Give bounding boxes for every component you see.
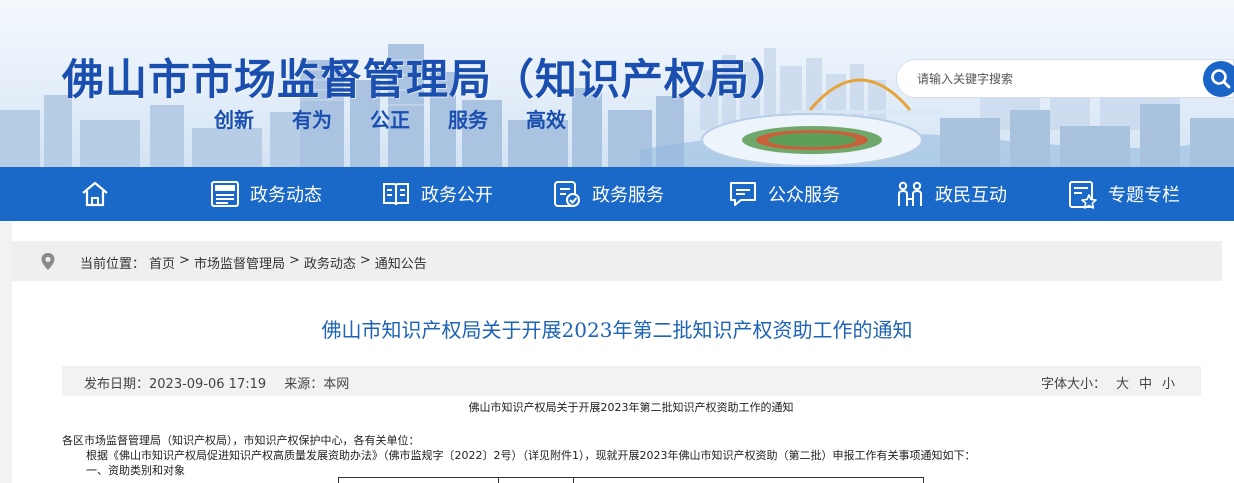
breadcrumb-separator: > xyxy=(288,253,300,268)
content-table xyxy=(338,477,924,483)
slogan-text: 创新 xyxy=(214,108,254,132)
font-size-medium-button[interactable]: 中 xyxy=(1139,373,1152,392)
breadcrumb-bureau[interactable]: 市场监督管理局 xyxy=(194,253,285,272)
search-button[interactable] xyxy=(1203,61,1234,97)
slogan-text: 高效 xyxy=(526,108,566,132)
nav-special-topics[interactable]: 专题专栏 xyxy=(1068,167,1180,221)
breadcrumb-separator: > xyxy=(359,253,371,268)
nav-label: 政务动态 xyxy=(250,185,322,206)
chat-icon xyxy=(728,180,758,208)
nav-home[interactable] xyxy=(80,167,120,221)
nav-label: 政务服务 xyxy=(592,185,664,206)
slogan-text: 有为 xyxy=(292,108,332,132)
nav-label: 专题专栏 xyxy=(1108,185,1180,206)
article-meta-bar: 发布日期：2023-09-06 17:19 来源：本网 字体大小： 大 中 小 xyxy=(62,366,1201,396)
breadcrumb-home[interactable]: 首页 xyxy=(149,253,175,272)
font-size-label: 字体大小： xyxy=(1040,377,1106,392)
nav-label: 政务公开 xyxy=(421,185,493,206)
search-icon xyxy=(1211,69,1231,89)
search-box xyxy=(896,59,1234,98)
site-title: 佛山市市场监督管理局（知识产权局） xyxy=(62,55,794,104)
slogan-text: 公正 xyxy=(370,108,410,132)
document-title: 佛山市知识产权局关于开展2023年第二批知识产权资助工作的通知 xyxy=(468,401,794,414)
breadcrumb-news[interactable]: 政务动态 xyxy=(304,253,356,272)
breadcrumb-notices[interactable]: 通知公告 xyxy=(375,253,427,272)
paragraph-addressee: 各区市场监督管理局（知识产权局），市知识产权保护中心，各有关单位： xyxy=(62,434,420,447)
service-icon xyxy=(552,180,582,208)
breadcrumb-separator: > xyxy=(179,253,190,268)
breadcrumb: 当前位置： 首页 > 市场监督管理局 > 政务动态 > 通知公告 xyxy=(12,241,1222,281)
paragraph-intro: 根据《佛山市知识产权局促进知识产权高质量发展资助办法》（佛市监规字〔2022〕2… xyxy=(86,449,976,462)
nav-label: 政民互动 xyxy=(935,185,1007,206)
nav-public-services[interactable]: 公众服务 xyxy=(728,167,840,221)
publish-date: 发布日期：2023-09-06 17:19 xyxy=(84,377,267,392)
nav-government-services[interactable]: 政务服务 xyxy=(552,167,664,221)
nav-government-news[interactable]: 政务动态 xyxy=(210,167,322,221)
news-icon xyxy=(210,180,240,208)
topic-icon xyxy=(1068,179,1098,209)
article-title: 佛山市知识产权局关于开展2023年第二批知识产权资助工作的通知 xyxy=(321,318,913,342)
nav-label: 公众服务 xyxy=(768,185,840,206)
book-icon xyxy=(381,180,411,208)
paragraph-section-heading: 一、资助类别和对象 xyxy=(86,464,185,477)
home-icon xyxy=(80,180,110,208)
slogan-text: 服务 xyxy=(448,108,488,132)
main-nav: 政务动态 政务公开 政务服务 公众服务 政民互动 专题专栏 xyxy=(0,167,1234,221)
nav-citizen-interaction[interactable]: 政民互动 xyxy=(895,167,1007,221)
article-source: 来源：本网 xyxy=(284,377,350,392)
font-size-small-button[interactable]: 小 xyxy=(1162,373,1175,392)
slogan-row: 创新 有为 公正 服务 高效 xyxy=(214,104,604,133)
font-size-large-button[interactable]: 大 xyxy=(1116,373,1129,392)
search-input[interactable] xyxy=(917,69,1187,89)
left-gutter xyxy=(0,221,12,483)
nav-government-disclosure[interactable]: 政务公开 xyxy=(381,167,493,221)
people-icon xyxy=(895,180,925,208)
breadcrumb-prefix: 当前位置： xyxy=(80,257,146,272)
location-pin-icon xyxy=(40,252,56,275)
